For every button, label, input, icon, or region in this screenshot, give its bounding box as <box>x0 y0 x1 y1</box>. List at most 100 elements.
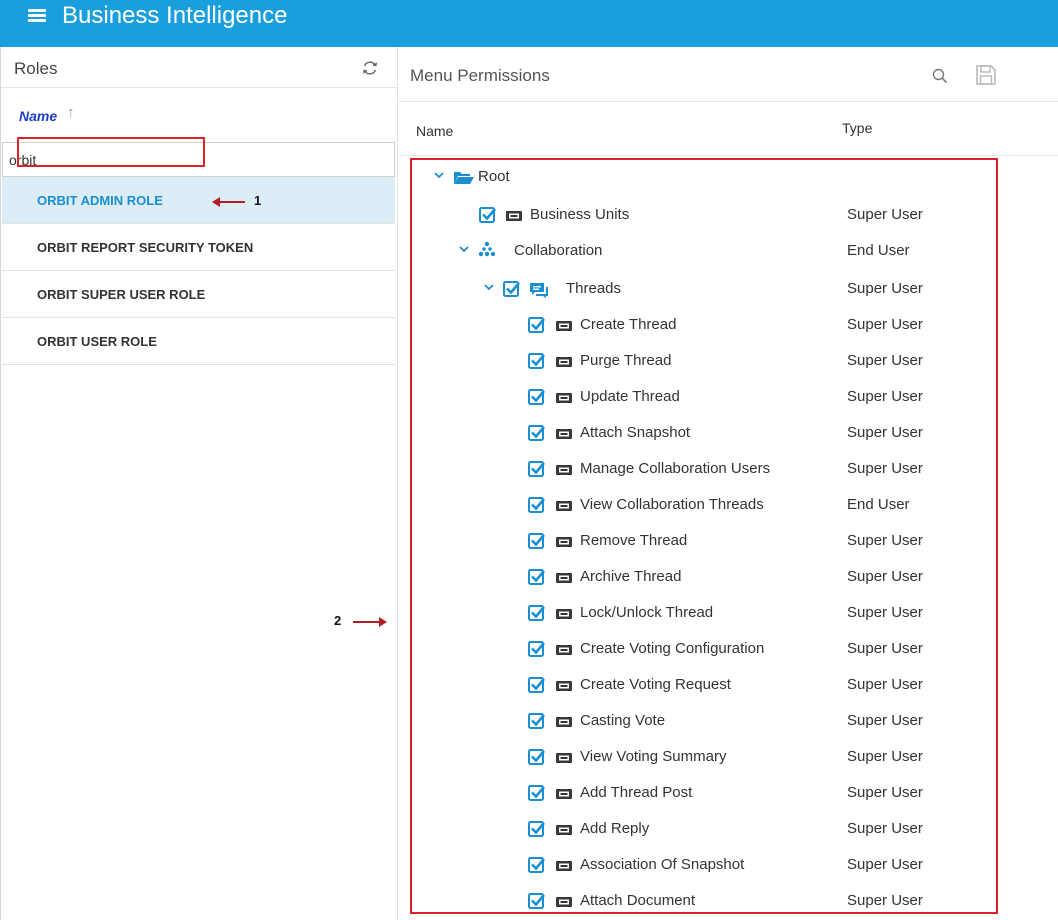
tree-node-label: Add Thread Post <box>580 784 693 801</box>
tree-node-association-of-snapshot[interactable]: Association Of Snapshot Super User <box>0 854 923 878</box>
checkbox-checked-icon[interactable] <box>528 784 546 802</box>
chevron-down-icon[interactable] <box>433 169 445 181</box>
tree-node-add-reply[interactable]: Add Reply Super User <box>0 818 923 842</box>
tree-node-archive-thread[interactable]: Archive Thread Super User <box>0 566 923 590</box>
ticket-icon <box>556 789 572 799</box>
checkbox-checked-icon[interactable] <box>503 280 521 298</box>
tree-node-type: Super User <box>847 206 923 223</box>
sort-ascending-icon[interactable]: ↑ <box>67 104 75 121</box>
tree-node-label: Attach Document <box>580 892 696 909</box>
tree-node-type: Super User <box>847 640 923 657</box>
column-name-header[interactable]: Name <box>416 123 453 139</box>
checkbox-checked-icon[interactable] <box>528 316 546 334</box>
hamburger-menu-icon[interactable] <box>28 7 46 25</box>
ticket-icon <box>556 537 572 547</box>
checkbox-checked-icon[interactable] <box>528 604 546 622</box>
permissions-column-header: Name Type <box>399 103 1058 156</box>
tree-node-view-collaboration-threads[interactable]: View Collaboration Threads End User <box>0 494 910 518</box>
tree-node-label: Create Thread <box>580 316 677 333</box>
ticket-icon <box>556 357 572 367</box>
refresh-icon[interactable] <box>361 59 379 77</box>
tree-node-label: Lock/Unlock Thread <box>580 604 714 621</box>
chevron-down-icon[interactable] <box>483 281 495 293</box>
tree-node-type: Super User <box>847 820 923 837</box>
tree-node-view-voting-summary[interactable]: View Voting Summary Super User <box>0 746 923 770</box>
ticket-icon <box>556 681 572 691</box>
roles-header: Roles <box>1 47 398 88</box>
permissions-header: Menu Permissions <box>399 47 1058 102</box>
ticket-icon <box>556 501 572 511</box>
checkbox-checked-icon[interactable] <box>528 352 546 370</box>
ticket-icon <box>556 825 572 835</box>
tree-node-type: Super User <box>847 280 923 297</box>
checkbox-checked-icon[interactable] <box>528 496 546 514</box>
tree-node-label: Add Reply <box>580 820 650 837</box>
tree-node-create-voting-request[interactable]: Create Voting Request Super User <box>0 674 923 698</box>
save-icon[interactable] <box>975 64 997 86</box>
tree-node-create-voting-configuration[interactable]: Create Voting Configuration Super User <box>0 638 923 662</box>
ticket-icon <box>556 393 572 403</box>
tree-node-type: Super User <box>847 604 923 621</box>
tree-node-manage-collaboration-users[interactable]: Manage Collaboration Users Super User <box>0 458 923 482</box>
hierarchy-icon <box>478 241 496 257</box>
tree-node-type: Super User <box>847 460 923 477</box>
tree-node-lock-unlock-thread[interactable]: Lock/Unlock Thread Super User <box>0 602 923 626</box>
sort-header[interactable]: Name ↑ <box>1 103 398 127</box>
checkbox-checked-icon[interactable] <box>528 892 546 910</box>
tree-node-type: Super User <box>847 352 923 369</box>
checkbox-checked-icon[interactable] <box>528 388 546 406</box>
tree-node-label: Update Thread <box>580 388 680 405</box>
tree-node-type: Super User <box>847 316 923 333</box>
tree-node-label: Attach Snapshot <box>580 424 691 441</box>
annotation-arrow-1 <box>212 197 245 207</box>
tree-node-label: Association Of Snapshot <box>580 856 745 873</box>
tree-node-label: Remove Thread <box>580 532 688 549</box>
tree-node-label: Root <box>478 168 510 185</box>
tree-node-type: Super User <box>847 784 923 801</box>
checkbox-checked-icon[interactable] <box>528 640 546 658</box>
checkbox-checked-icon[interactable] <box>528 748 546 766</box>
folder-open-icon <box>454 172 474 184</box>
tree-node-attach-document[interactable]: Attach Document Super User <box>0 890 923 914</box>
tree-node-attach-snapshot[interactable]: Attach Snapshot Super User <box>0 422 923 446</box>
search-icon[interactable] <box>931 67 949 85</box>
tree-node-label: View Collaboration Threads <box>580 496 764 513</box>
checkbox-checked-icon[interactable] <box>479 206 497 224</box>
tree-node-threads[interactable]: Threads Super User <box>0 278 923 302</box>
ticket-icon <box>556 717 572 727</box>
sort-by-name[interactable]: Name <box>19 108 57 124</box>
ticket-icon <box>556 429 572 439</box>
tree-node-remove-thread[interactable]: Remove Thread Super User <box>0 530 923 554</box>
tree-node-type: End User <box>847 242 910 259</box>
checkbox-checked-icon[interactable] <box>528 676 546 694</box>
column-type-header[interactable]: Type <box>842 120 872 136</box>
checkbox-checked-icon[interactable] <box>528 820 546 838</box>
ticket-icon <box>556 753 572 763</box>
tree-node-update-thread[interactable]: Update Thread Super User <box>0 386 923 410</box>
tree-node-purge-thread[interactable]: Purge Thread Super User <box>0 350 923 374</box>
tree-node-add-thread-post[interactable]: Add Thread Post Super User <box>0 782 923 806</box>
tree-node-label: Casting Vote <box>580 712 666 729</box>
checkbox-checked-icon[interactable] <box>528 460 546 478</box>
tree-node-create-thread[interactable]: Create Thread Super User <box>0 314 923 338</box>
roles-title: Roles <box>14 59 58 78</box>
tree-node-root[interactable]: Root <box>0 166 600 190</box>
tree-node-label: Threads <box>566 280 622 297</box>
tree-node-type: Super User <box>847 856 923 873</box>
checkbox-checked-icon[interactable] <box>528 856 546 874</box>
chevron-down-icon[interactable] <box>458 243 470 255</box>
tree-node-type: End User <box>847 496 910 513</box>
tree-node-collaboration[interactable]: Collaboration End User <box>0 240 910 264</box>
tree-node-casting-vote[interactable]: Casting Vote Super User <box>0 710 923 734</box>
checkbox-checked-icon[interactable] <box>528 568 546 586</box>
ticket-icon <box>506 211 522 221</box>
tree-node-business-units[interactable]: Business Units Super User <box>0 204 923 228</box>
tree-node-label: Create Voting Configuration <box>580 640 765 657</box>
tree-node-type: Super User <box>847 532 923 549</box>
tree-node-type: Super User <box>847 388 923 405</box>
chat-icon <box>530 283 548 298</box>
checkbox-checked-icon[interactable] <box>528 712 546 730</box>
checkbox-checked-icon[interactable] <box>528 424 546 442</box>
checkbox-checked-icon[interactable] <box>528 532 546 550</box>
tree-node-label: Create Voting Request <box>580 676 731 693</box>
